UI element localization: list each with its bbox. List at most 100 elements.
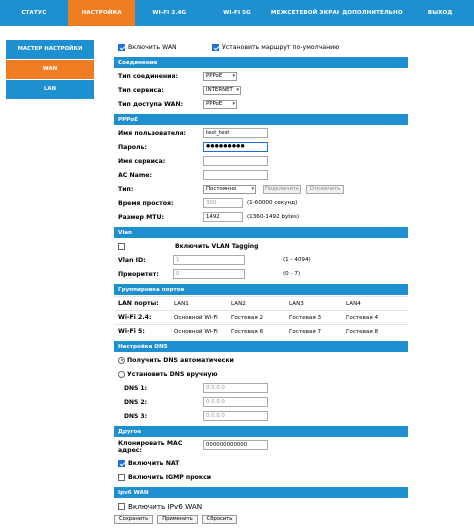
password-input[interactable]: ●●●●●●●●● xyxy=(203,142,268,152)
pppoe-type-select[interactable]: Постоянно ▾ xyxy=(203,184,256,194)
dns2-input[interactable]: 0.0.0.0 xyxy=(203,397,268,407)
connect-button[interactable]: Подключить xyxy=(263,184,301,194)
section-connection: Соединение xyxy=(114,57,408,68)
ac-name-row: AC Name: xyxy=(114,168,408,182)
sidebar-item-wan[interactable]: WAN xyxy=(6,60,94,79)
username-input[interactable]: test_test xyxy=(203,128,268,138)
username-row: Имя пользователя: test_test xyxy=(114,126,408,140)
ipv6-label: Включить IPv6 WAN xyxy=(128,501,203,511)
ports-row: Wi-Fi 2.4: Основной Wi-Fi Гостевая 2 Гос… xyxy=(114,310,408,324)
service-type-label: Тип сервиса: xyxy=(118,86,164,94)
mtu-input[interactable]: 1492 xyxy=(203,212,243,222)
igmp-label: Включить IGMP прокси xyxy=(128,473,212,481)
conn-type-select[interactable]: PPPoE ▾ xyxy=(203,71,237,81)
clone-mac-label: Клонировать MAC адрес: xyxy=(118,440,182,454)
ports-row-label: Wi-Fi 5: xyxy=(118,328,145,335)
tab-advanced[interactable]: ДОПОЛНИТЕЛЬНО xyxy=(339,0,407,26)
port-cell[interactable]: Гостевая 6 xyxy=(231,329,263,335)
default-route-checkbox[interactable] xyxy=(212,43,219,51)
clone-mac-input[interactable]: 000000000000 xyxy=(203,440,268,450)
vlan-id-label: Vlan ID: xyxy=(118,256,146,264)
port-cell[interactable]: Гостевая 2 xyxy=(231,315,263,321)
nat-checkbox[interactable] xyxy=(118,459,125,467)
nat-row: Включить NAT xyxy=(114,456,408,470)
pppoe-type-value: Постоянно xyxy=(206,185,237,192)
apply-button[interactable]: Применить xyxy=(157,515,198,524)
vlan-priority-hint: (0 - 7) xyxy=(283,271,301,277)
dns1-label: DNS 1: xyxy=(124,384,147,392)
service-type-row: Тип сервиса: INTERNET ▾ xyxy=(114,83,408,97)
chevron-down-icon: ▾ xyxy=(232,100,235,107)
tab-logout[interactable]: ВЫХОД xyxy=(406,0,474,26)
dns3-input[interactable]: 0.0.0.0 xyxy=(203,411,268,421)
enable-wan-checkbox[interactable] xyxy=(118,43,125,51)
ac-name-input[interactable] xyxy=(203,170,268,180)
port-cell[interactable]: LAN2 xyxy=(231,301,246,307)
default-route-label: Установить маршрут по-умолчанию xyxy=(222,43,340,51)
username-label: Имя пользователя: xyxy=(118,129,187,137)
port-cell[interactable]: Гостевая 7 xyxy=(289,329,321,335)
conn-type-row: Тип соединения: PPPoE ▾ xyxy=(114,69,408,83)
wan-top-row: Включить WAN Установить маршрут по-умолч… xyxy=(114,40,408,54)
port-cell[interactable]: Основной Wi-Fi xyxy=(174,329,218,335)
port-cell[interactable]: Основной Wi-Fi xyxy=(174,315,218,321)
tab-status[interactable]: СТАТУС xyxy=(0,0,68,26)
sidebar-item-wizard[interactable]: МАСТЕР НАСТРОЙКИ xyxy=(6,40,94,59)
mtu-row: Размер MTU: 1492 (1360-1492 bytes) xyxy=(114,210,408,224)
sidebar-item-lan[interactable]: LAN xyxy=(6,80,94,99)
password-label: Пароль: xyxy=(118,143,147,151)
section-vlan: Vlan xyxy=(114,227,408,238)
port-cell[interactable]: Гостевая 3 xyxy=(289,315,321,321)
wan-settings-form: Включить WAN Установить маршрут по-умолч… xyxy=(114,40,408,513)
tab-wifi-5[interactable]: WI-FI 5G xyxy=(203,0,271,26)
vlan-tagging-checkbox[interactable] xyxy=(118,242,125,250)
mtu-hint: (1360-1492 bytes) xyxy=(247,214,300,220)
section-ipv6: Ipv6 WAN xyxy=(114,487,408,498)
dns-auto-row: Получить DNS автоматически xyxy=(114,353,408,367)
dns-auto-radio[interactable] xyxy=(118,356,125,364)
vlan-priority-input[interactable]: 0 xyxy=(173,269,245,279)
dns-auto-label: Получить DNS автоматически xyxy=(127,356,234,364)
reset-button[interactable]: Сбросить xyxy=(201,515,238,524)
dns1-row: DNS 1: 0.0.0.0 xyxy=(114,381,408,395)
igmp-checkbox[interactable] xyxy=(118,473,125,481)
dns-manual-radio[interactable] xyxy=(118,370,125,378)
vlan-id-input[interactable]: 1 xyxy=(173,255,245,265)
port-cell[interactable]: LAN1 xyxy=(174,301,189,307)
service-name-label: Имя сервиса: xyxy=(118,157,166,165)
idle-time-hint: (1-60000 секунд) xyxy=(247,200,298,206)
top-nav: СТАТУС НАСТРОЙКА WI-FI 2.4G WI-FI 5G МЕЖ… xyxy=(0,0,474,26)
tab-firewall[interactable]: МЕЖСЕТЕВОЙ ЭКРАН xyxy=(271,0,339,26)
port-cell[interactable]: LAN3 xyxy=(289,301,304,307)
section-port-grouping: Группировка портов xyxy=(114,284,408,295)
service-type-select[interactable]: INTERNET ▾ xyxy=(203,85,241,95)
dns1-input[interactable]: 0.0.0.0 xyxy=(203,383,268,393)
disconnect-button[interactable]: Отключить xyxy=(306,184,344,194)
dns2-row: DNS 2: 0.0.0.0 xyxy=(114,395,408,409)
save-button[interactable]: Сохранить xyxy=(114,515,154,524)
nat-label: Включить NAT xyxy=(128,459,180,467)
port-cell[interactable]: LAN4 xyxy=(346,301,361,307)
vlan-priority-row: Приоритет: 0 (0 - 7) xyxy=(114,267,408,281)
chevron-down-icon: ▾ xyxy=(251,185,254,192)
ports-row: Wi-Fi 5: Основной Wi-Fi Гостевая 6 Госте… xyxy=(114,324,408,338)
clone-mac-label-line1: Клонировать MAC xyxy=(118,440,183,447)
section-other: Другое xyxy=(114,426,408,437)
idle-time-label: Время простоя: xyxy=(118,199,174,207)
port-cell[interactable]: Гостевая 4 xyxy=(346,315,378,321)
port-cell[interactable]: Гостевая 8 xyxy=(346,329,378,335)
pppoe-type-row: Тип: Постоянно ▾ Подключить Отключить xyxy=(114,182,408,196)
idle-time-input[interactable]: 300 xyxy=(203,198,243,208)
section-dns: Настройка DNS xyxy=(114,341,408,352)
tab-wifi-24[interactable]: WI-FI 2.4G xyxy=(135,0,203,26)
wan-access-select[interactable]: PPPoE ▾ xyxy=(203,99,237,109)
clone-mac-row: Клонировать MAC адрес: 000000000000 xyxy=(114,438,408,456)
tab-settings[interactable]: НАСТРОЙКА xyxy=(67,0,136,26)
ac-name-label: AC Name: xyxy=(118,171,152,179)
service-name-row: Имя сервиса: xyxy=(114,154,408,168)
section-pppoe: PPPoE xyxy=(114,114,408,125)
service-name-input[interactable] xyxy=(203,156,268,166)
wan-access-label: Тип доступа WAN: xyxy=(118,100,184,108)
ipv6-checkbox[interactable] xyxy=(118,502,125,510)
vlan-id-hint: (1 - 4094) xyxy=(283,257,311,263)
